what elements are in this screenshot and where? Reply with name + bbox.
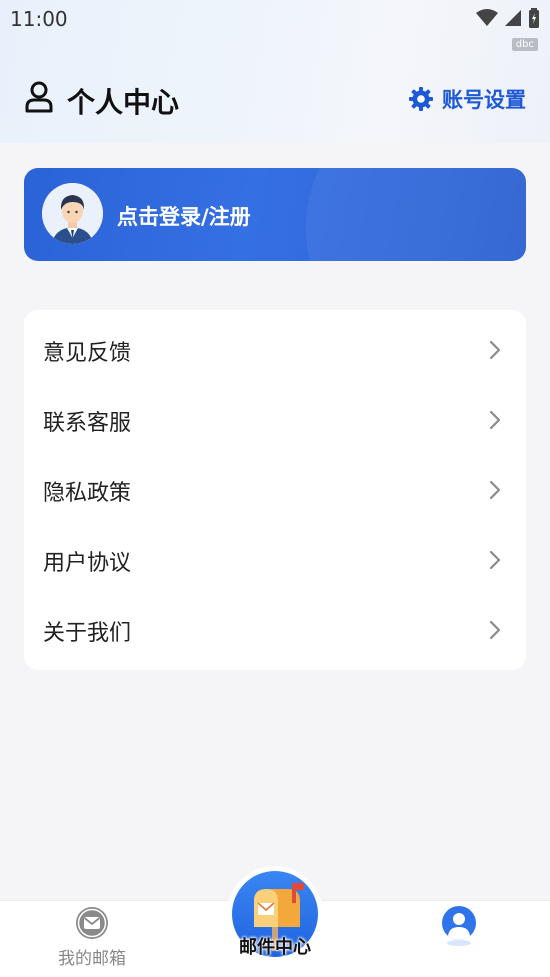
page-title: 个人中心 [67, 86, 180, 119]
status-time: 11:00 [10, 7, 68, 31]
gear-icon [409, 87, 433, 111]
settings-menu: 意见反馈 联系客服 隐私政策 用户协议 关于我们 [24, 310, 526, 670]
card-decoration [306, 168, 526, 261]
chevron-right-icon [489, 620, 501, 640]
menu-item-label: 隐私政策 [43, 481, 132, 506]
signal-icon [505, 10, 521, 26]
profile-icon [442, 906, 476, 946]
chevron-right-icon [489, 480, 501, 500]
chevron-right-icon [489, 410, 501, 430]
menu-item-label: 用户协议 [43, 551, 132, 576]
status-icons [476, 8, 540, 28]
default-avatar-icon [42, 183, 103, 244]
menu-item-about-us[interactable]: 关于我们 [24, 596, 526, 666]
menu-item-label: 意见反馈 [43, 341, 132, 366]
account-settings-label: 账号设置 [442, 88, 526, 112]
tab-mail-center-label: 邮件中心 [239, 937, 311, 958]
status-bar: 11:00 dbc [0, 0, 550, 51]
login-register-label: 点击登录/注册 [117, 205, 251, 229]
mail-icon [76, 907, 108, 939]
user-icon [25, 81, 53, 113]
tab-my-mailbox[interactable]: 我的邮箱 [54, 906, 130, 969]
tab-my-mailbox-label: 我的邮箱 [58, 949, 126, 969]
menu-item-customer-service[interactable]: 联系客服 [24, 386, 526, 456]
avatar [42, 183, 103, 244]
menu-item-label: 关于我们 [43, 621, 132, 646]
debug-badge: dbc [511, 38, 538, 51]
tab-profile[interactable] [440, 906, 478, 950]
menu-item-privacy-policy[interactable]: 隐私政策 [24, 456, 526, 526]
account-settings-button[interactable]: 账号设置 [408, 84, 526, 114]
wifi-icon [476, 9, 498, 26]
menu-item-user-agreement[interactable]: 用户协议 [24, 526, 526, 596]
menu-item-feedback[interactable]: 意见反馈 [24, 316, 526, 386]
chevron-right-icon [489, 340, 501, 360]
login-register-card[interactable]: 点击登录/注册 [24, 168, 526, 261]
menu-item-label: 联系客服 [43, 411, 132, 436]
chevron-right-icon [489, 550, 501, 570]
battery-icon [529, 8, 539, 28]
